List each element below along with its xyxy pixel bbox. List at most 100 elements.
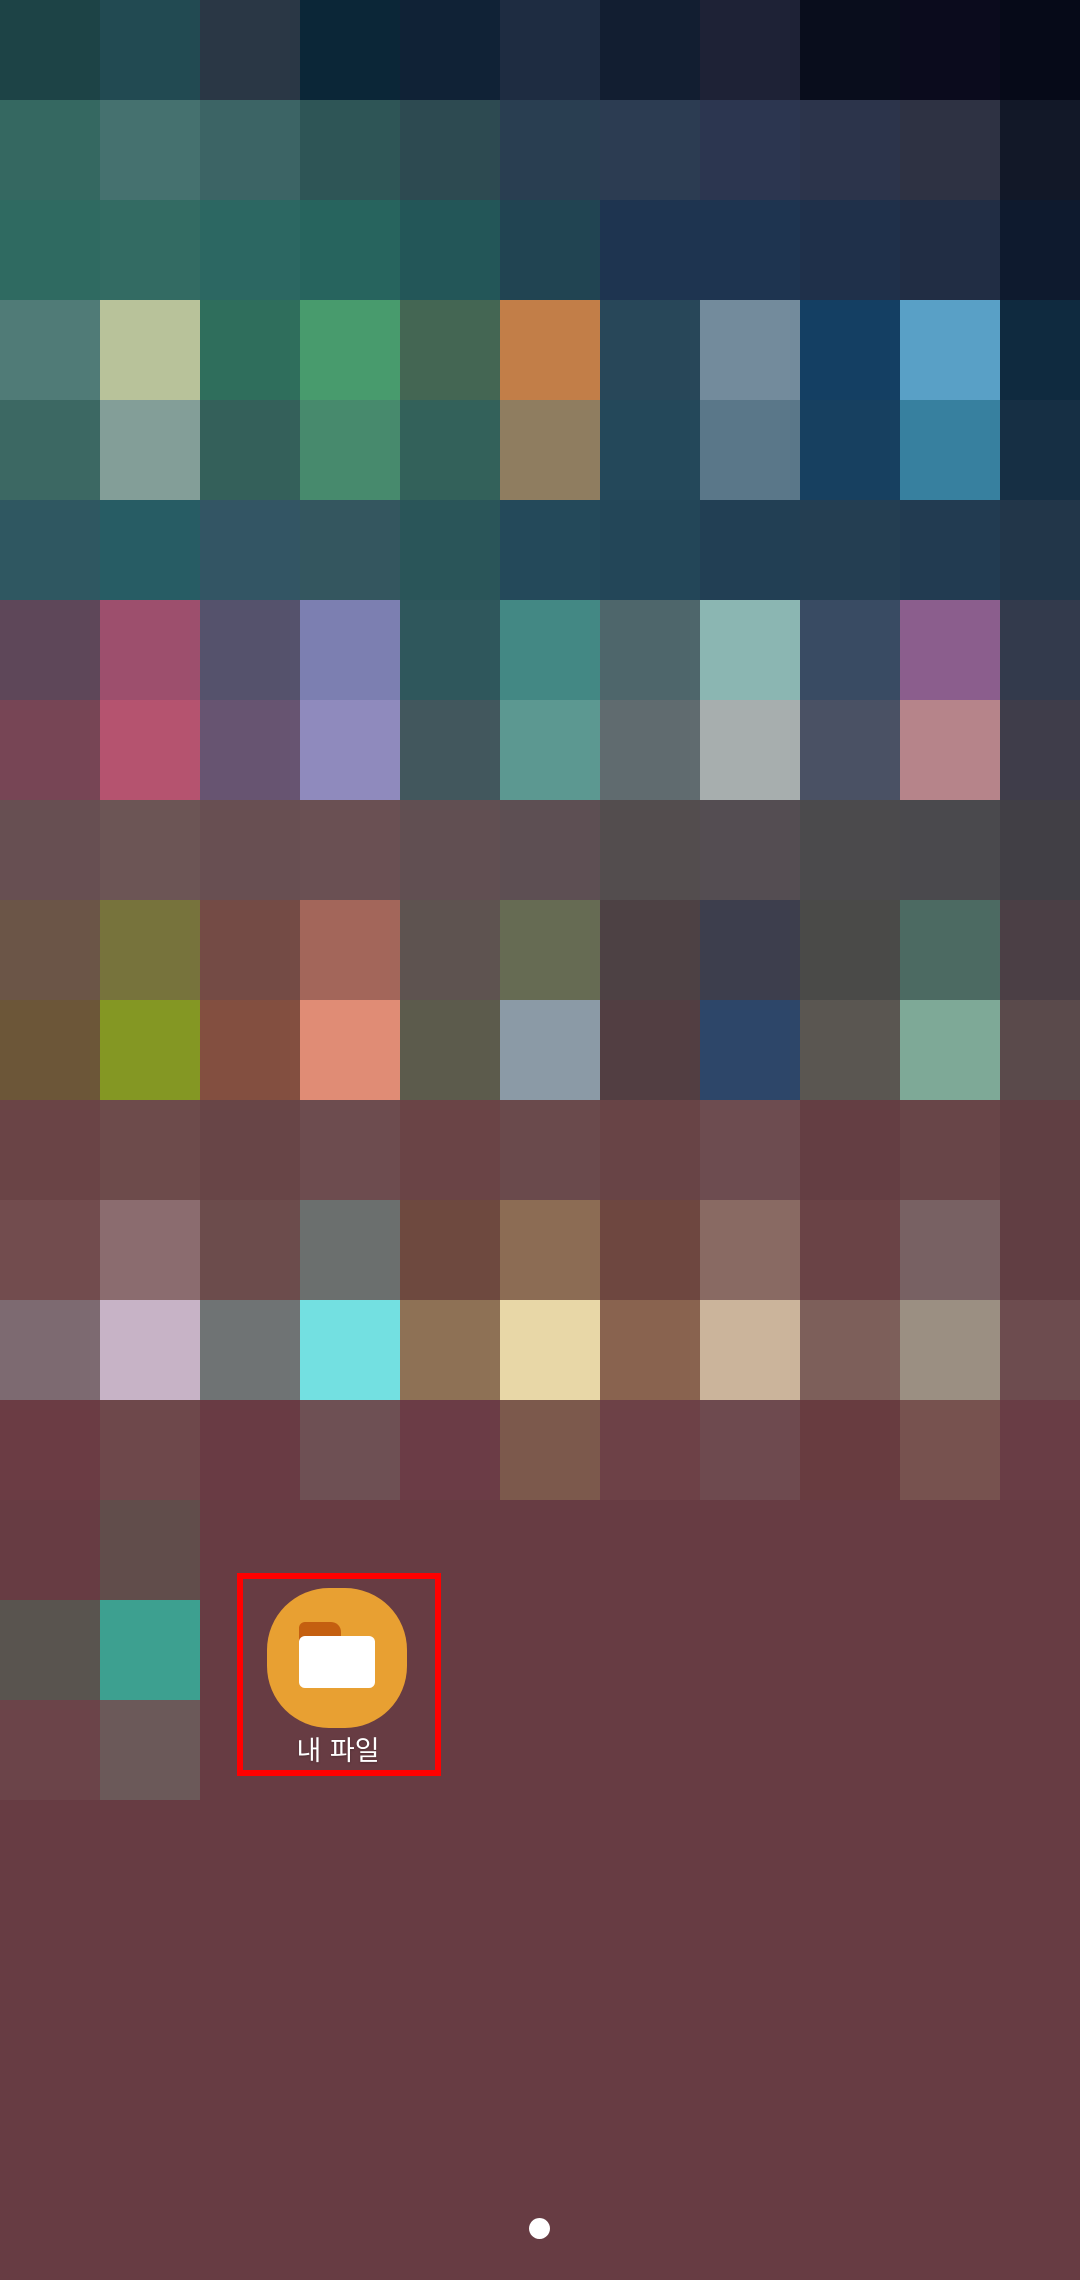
- page-indicator-dot[interactable]: [529, 2218, 550, 2239]
- wallpaper-tile: [1000, 1100, 1080, 1200]
- wallpaper-tile: [400, 100, 500, 200]
- wallpaper-tile: [200, 100, 300, 200]
- wallpaper-tile: [600, 500, 700, 600]
- wallpaper-tile: [300, 700, 400, 800]
- wallpaper-tile: [300, 1300, 400, 1400]
- wallpaper-tile: [500, 800, 600, 900]
- wallpaper-tile: [100, 1600, 200, 1700]
- wallpaper-tile: [600, 200, 700, 300]
- wallpaper-tile: [700, 800, 800, 900]
- wallpaper-tile: [500, 300, 600, 400]
- wallpaper-tile: [500, 900, 600, 1000]
- wallpaper-tile: [0, 300, 100, 400]
- wallpaper-tile: [700, 400, 800, 500]
- wallpaper-tile: [500, 600, 600, 700]
- wallpaper-tile: [1000, 700, 1080, 800]
- wallpaper-tile: [1000, 600, 1080, 700]
- wallpaper-tile: [600, 1600, 700, 1700]
- wallpaper-tile: [800, 600, 900, 700]
- wallpaper-tile: [100, 0, 200, 100]
- wallpaper-tile: [500, 1100, 600, 1200]
- wallpaper-tile: [700, 100, 800, 200]
- wallpaper-tile: [300, 500, 400, 600]
- wallpaper-tile: [300, 1200, 400, 1300]
- wallpaper-tile: [1000, 1400, 1080, 1500]
- wallpaper-tile: [700, 1100, 800, 1200]
- wallpaper-tile: [0, 200, 100, 300]
- wallpaper-tile: [900, 1200, 1000, 1300]
- wallpaper-tile: [900, 1000, 1000, 1100]
- wallpaper-tile: [600, 0, 700, 100]
- wallpaper-tile: [100, 600, 200, 700]
- wallpaper-tile: [300, 800, 400, 900]
- wallpaper-tile: [900, 300, 1000, 400]
- wallpaper-tile: [400, 1000, 500, 1100]
- wallpaper-tile: [200, 1400, 300, 1500]
- wallpaper-tile: [400, 800, 500, 900]
- wallpaper-tile: [800, 1600, 900, 1700]
- wallpaper-tile: [700, 1300, 800, 1400]
- wallpaper-tile: [500, 1200, 600, 1300]
- wallpaper-tile: [200, 0, 300, 100]
- wallpaper-tile: [100, 500, 200, 600]
- wallpaper-tile: [0, 900, 100, 1000]
- wallpaper-tile: [300, 400, 400, 500]
- wallpaper-tile: [200, 1200, 300, 1300]
- wallpaper-tile: [800, 400, 900, 500]
- wallpaper-tile: [900, 1300, 1000, 1400]
- wallpaper-tile: [1000, 300, 1080, 400]
- wallpaper-tile: [900, 700, 1000, 800]
- wallpaper-tile: [700, 1400, 800, 1500]
- wallpaper-tile: [1000, 1700, 1080, 1800]
- wallpaper-tile: [700, 900, 800, 1000]
- wallpaper-tile: [200, 1000, 300, 1100]
- wallpaper-tile: [200, 600, 300, 700]
- wallpaper-tile: [900, 1400, 1000, 1500]
- wallpaper-tile: [500, 1600, 600, 1700]
- wallpaper-tile: [200, 1100, 300, 1200]
- wallpaper-tile: [600, 1500, 700, 1600]
- wallpaper-tile: [400, 400, 500, 500]
- wallpaper-tile: [100, 900, 200, 1000]
- wallpaper-tile: [200, 900, 300, 1000]
- wallpaper-tile: [1000, 1300, 1080, 1400]
- wallpaper-tile: [200, 200, 300, 300]
- app-my-files[interactable]: 내 파일: [240, 1576, 440, 1776]
- wallpaper-tile: [800, 900, 900, 1000]
- wallpaper-tile: [700, 600, 800, 700]
- wallpaper-tile: [300, 1000, 400, 1100]
- folder-body: [299, 1636, 375, 1688]
- wallpaper-tile: [500, 400, 600, 500]
- wallpaper-tile: [500, 1300, 600, 1400]
- wallpaper-tile: [800, 0, 900, 100]
- wallpaper-tile: [200, 500, 300, 600]
- wallpaper-tile: [400, 600, 500, 700]
- wallpaper-tile: [700, 1600, 800, 1700]
- wallpaper-tile: [0, 1500, 100, 1600]
- wallpaper-tile: [800, 200, 900, 300]
- wallpaper-tile: [100, 200, 200, 300]
- wallpaper-tile: [400, 1400, 500, 1500]
- wallpaper-tile: [1000, 400, 1080, 500]
- wallpaper-tile: [900, 900, 1000, 1000]
- wallpaper-tile: [900, 1500, 1000, 1600]
- wallpaper-tile: [200, 800, 300, 900]
- wallpaper-tile: [500, 700, 600, 800]
- wallpaper-tile: [200, 400, 300, 500]
- wallpaper-tile: [600, 1400, 700, 1500]
- app-label: 내 파일: [296, 1736, 380, 1767]
- wallpaper-tile: [400, 500, 500, 600]
- wallpaper-tile: [1000, 800, 1080, 900]
- wallpaper-tile: [600, 400, 700, 500]
- wallpaper-tile: [0, 1600, 100, 1700]
- wallpaper-tile: [100, 1500, 200, 1600]
- wallpaper-tile: [400, 0, 500, 100]
- wallpaper-tile: [400, 900, 500, 1000]
- wallpaper-tile: [100, 800, 200, 900]
- wallpaper-tile: [0, 1300, 100, 1400]
- wallpaper-tile: [0, 100, 100, 200]
- wallpaper-tile: [800, 1100, 900, 1200]
- wallpaper: [0, 0, 1080, 1800]
- wallpaper-tile: [1000, 900, 1080, 1000]
- wallpaper-tile: [600, 1100, 700, 1200]
